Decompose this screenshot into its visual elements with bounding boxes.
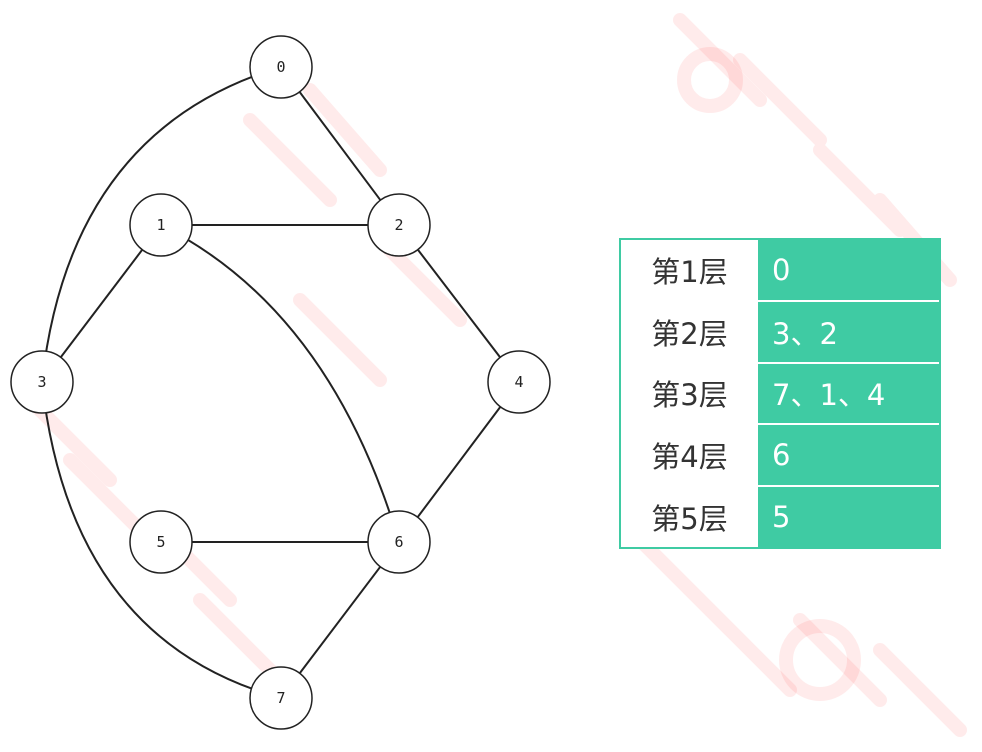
- node-label: 2: [394, 216, 403, 234]
- level-label: 第3层: [621, 363, 758, 424]
- node-label: 0: [276, 58, 285, 76]
- level-nodes: 0: [758, 240, 939, 300]
- bfs-levels-table: 第1层 0 第2层 3、2 第3层 7、1、4 第4层 6 第5层 5: [619, 238, 941, 549]
- node-label: 5: [156, 533, 165, 551]
- graph-node-7: 7: [249, 666, 313, 730]
- level-label: 第2层: [621, 301, 758, 362]
- graph-node-5: 5: [129, 510, 193, 574]
- graph-node-1: 1: [129, 193, 193, 257]
- level-label: 第1层: [621, 240, 758, 300]
- graph-node-0: 0: [249, 35, 313, 99]
- graph-node-2: 2: [367, 193, 431, 257]
- level-nodes: 7、1、4: [758, 363, 939, 424]
- graph-nodes: 0 1 2 3 4 5 6 7: [10, 35, 551, 730]
- graph-node-4: 4: [487, 350, 551, 414]
- level-row: 第2层 3、2: [621, 301, 939, 364]
- level-row: 第3层 7、1、4: [621, 363, 939, 426]
- graph-edges: [41, 66, 520, 699]
- level-row: 第5层 5: [621, 487, 939, 547]
- level-label: 第5层: [621, 487, 758, 547]
- level-nodes: 3、2: [758, 301, 939, 362]
- node-label: 4: [514, 373, 523, 391]
- level-nodes: 6: [758, 425, 939, 486]
- graph-node-6: 6: [367, 510, 431, 574]
- node-label: 6: [394, 533, 403, 551]
- edge-1-6: [160, 224, 400, 543]
- graph-node-3: 3: [10, 350, 74, 414]
- node-label: 1: [156, 216, 165, 234]
- node-label: 3: [37, 373, 46, 391]
- level-label: 第4层: [621, 425, 758, 486]
- level-row: 第4层 6: [621, 425, 939, 488]
- level-row: 第1层 0: [621, 240, 939, 302]
- level-nodes: 5: [758, 487, 939, 547]
- node-label: 7: [276, 689, 285, 707]
